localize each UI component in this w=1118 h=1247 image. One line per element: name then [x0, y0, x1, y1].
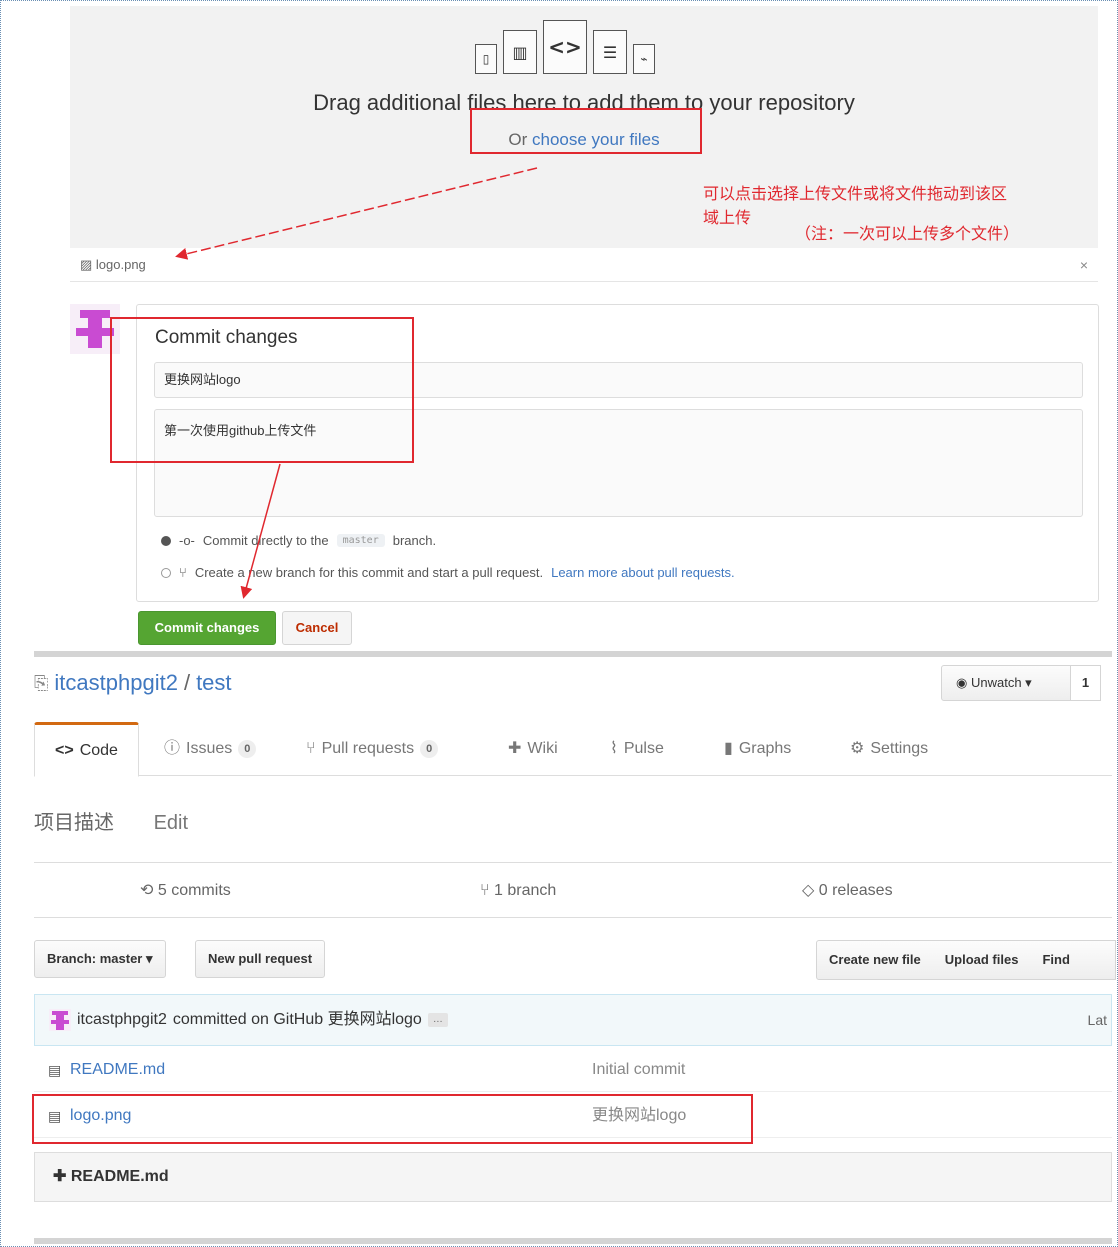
annotation-arrow-upload: [175, 167, 538, 260]
annotation-arrows: [175, 167, 538, 599]
annotation-arrow-commit: [240, 463, 281, 599]
